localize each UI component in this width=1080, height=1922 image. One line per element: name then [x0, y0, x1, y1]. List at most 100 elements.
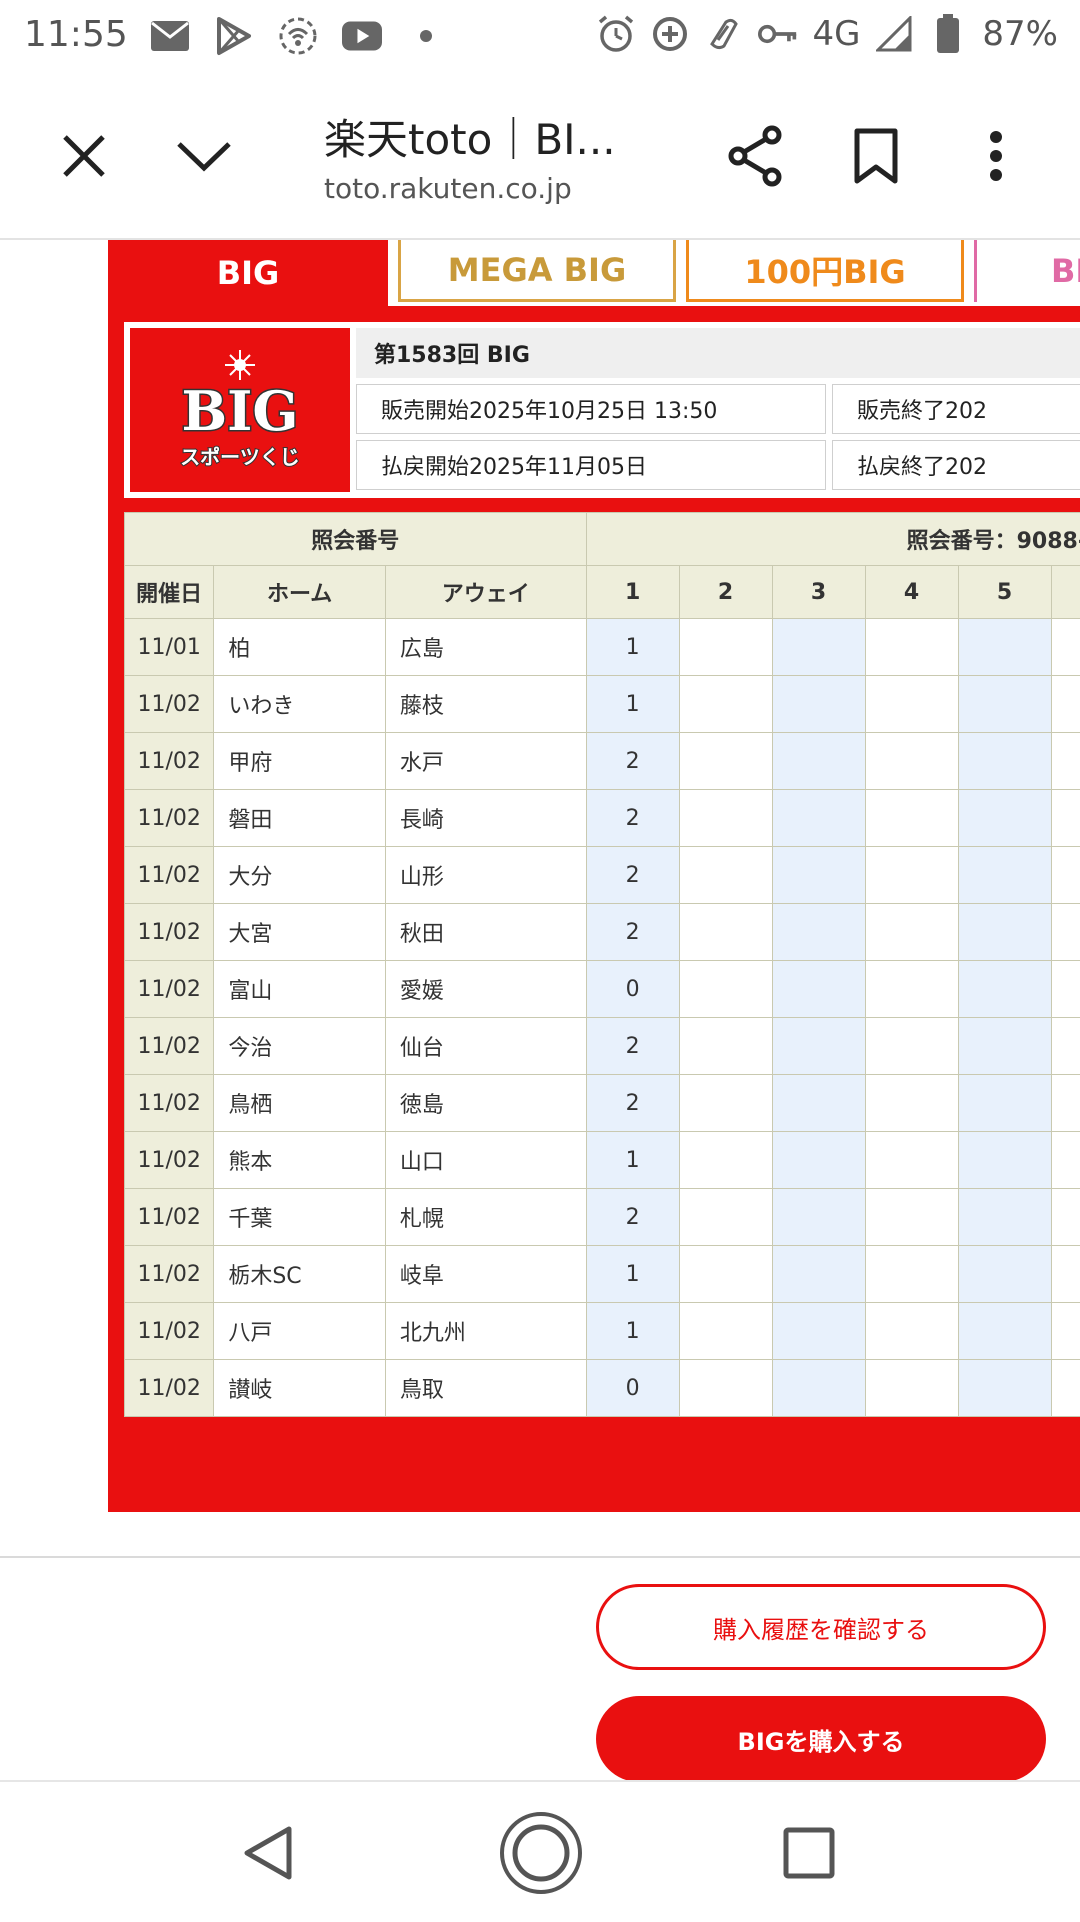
table-row: 11/02甲府水戸2	[125, 733, 1080, 790]
away-team: 水戸	[385, 733, 586, 790]
recents-square-icon	[783, 1827, 835, 1879]
page-title: 楽天toto｜BI...	[324, 106, 616, 167]
close-tab-button[interactable]	[44, 116, 124, 196]
match-date: 11/02	[125, 1132, 214, 1189]
sale-end: 販売終了202	[832, 384, 1080, 434]
match-date: 11/02	[125, 1246, 214, 1303]
back-triangle-icon	[239, 1823, 295, 1883]
table-row: 11/02栃木SC岐阜1	[125, 1246, 1080, 1303]
result-cell: 1	[586, 1132, 679, 1189]
bookmark-icon	[853, 127, 899, 185]
match-date: 11/02	[125, 1018, 214, 1075]
tab-big-other[interactable]: BIG	[974, 240, 1080, 302]
payout-start: 払戻開始2025年11月05日	[356, 440, 826, 490]
web-content: BIG MEGA BIG 100円BIG BIG BIG スポーツくじ 第158…	[0, 240, 1080, 1780]
chevron-down-icon	[175, 136, 233, 176]
home-team: 八戸	[214, 1303, 386, 1360]
battery-icon	[928, 14, 968, 54]
header-col-1: 1	[586, 566, 679, 619]
table-row: 11/02千葉札幌2	[125, 1189, 1080, 1246]
away-team: 藤枝	[385, 676, 586, 733]
recents-button[interactable]	[764, 1808, 854, 1898]
minimize-button[interactable]	[164, 116, 244, 196]
away-team: 広島	[385, 619, 586, 676]
header-col-3: 3	[772, 566, 865, 619]
status-time: 11:55	[24, 14, 128, 55]
table-row: 11/02熊本山口1	[125, 1132, 1080, 1189]
result-cell: 2	[586, 1189, 679, 1246]
home-team: 熊本	[214, 1132, 386, 1189]
more-vertical-icon	[989, 131, 1003, 181]
match-date: 11/02	[125, 733, 214, 790]
column-header-row: 開催日 ホーム アウェイ 1 2 3 4 5	[125, 566, 1080, 619]
table-row: 11/02今治仙台2	[125, 1018, 1080, 1075]
result-cell: 2	[586, 1018, 679, 1075]
home-team: いわき	[214, 676, 386, 733]
home-team: 大分	[214, 847, 386, 904]
lottery-tabs: BIG MEGA BIG 100円BIG BIG	[108, 240, 1080, 306]
big-logo-text: BIG	[181, 379, 298, 443]
share-icon	[726, 125, 786, 187]
away-team: 札幌	[385, 1189, 586, 1246]
back-button[interactable]	[222, 1808, 312, 1898]
bookmark-button[interactable]	[836, 116, 916, 196]
away-team: 北九州	[385, 1303, 586, 1360]
header-date: 開催日	[125, 566, 214, 619]
home-circle-icon	[498, 1810, 584, 1896]
mail-au-icon	[150, 16, 190, 56]
big-result-panel: BIG スポーツくじ 第1583回 BIG 販売開始2025年10月25日 13…	[108, 306, 1080, 1512]
buy-big-button[interactable]: BIGを購入する	[596, 1696, 1046, 1780]
home-team: 甲府	[214, 733, 386, 790]
result-cell: 2	[586, 1075, 679, 1132]
away-team: 徳島	[385, 1075, 586, 1132]
away-team: 鳥取	[385, 1360, 586, 1417]
header-home: ホーム	[214, 566, 386, 619]
table-row: 11/02いわき藤枝1	[125, 676, 1080, 733]
tab-100yen-big[interactable]: 100円BIG	[686, 240, 964, 302]
header-away: アウェイ	[385, 566, 586, 619]
tab-big[interactable]: BIG	[108, 240, 388, 306]
data-saver-icon	[650, 14, 690, 54]
big-logo-subtext: スポーツくじ	[180, 445, 300, 469]
table-row: 11/02鳥栖徳島2	[125, 1075, 1080, 1132]
away-team: 山口	[385, 1132, 586, 1189]
header-col-4: 4	[865, 566, 958, 619]
system-nav-bar	[0, 1780, 1080, 1922]
match-table: 照会番号 照会番号：9088- 開催日 ホーム アウェイ 1 2 3 4 5 1…	[124, 512, 1080, 1417]
signal-icon	[874, 14, 914, 54]
sale-start: 販売開始2025年10月25日 13:50	[356, 384, 826, 434]
away-team: 長崎	[385, 790, 586, 847]
purchase-history-button[interactable]: 購入履歴を確認する	[596, 1584, 1046, 1670]
play-store-icon	[214, 16, 254, 56]
nfc-icon	[704, 14, 744, 54]
more-menu-button[interactable]	[956, 116, 1036, 196]
big-logo: BIG スポーツくじ	[130, 328, 350, 492]
result-cell: 1	[586, 619, 679, 676]
browser-toolbar: 楽天toto｜BI... toto.rakuten.co.jp	[0, 76, 1080, 240]
home-team: 栃木SC	[214, 1246, 386, 1303]
table-row: 11/02富山愛媛0	[125, 961, 1080, 1018]
home-team: 今治	[214, 1018, 386, 1075]
home-team: 鳥栖	[214, 1075, 386, 1132]
away-team: 岐阜	[385, 1246, 586, 1303]
table-row: 11/01柏広島1	[125, 619, 1080, 676]
payout-end: 払戻終了202	[832, 440, 1080, 490]
wifi-hotspot-icon	[278, 16, 318, 56]
result-cell: 1	[586, 1303, 679, 1360]
home-team: 柏	[214, 619, 386, 676]
match-date: 11/02	[125, 1189, 214, 1246]
table-row: 11/02大宮秋田2	[125, 904, 1080, 961]
result-cell: 2	[586, 847, 679, 904]
match-date: 11/01	[125, 619, 214, 676]
page-url[interactable]: toto.rakuten.co.jp	[324, 172, 572, 205]
status-bar: 11:55 4G	[0, 0, 1080, 76]
result-cell: 1	[586, 676, 679, 733]
table-row: 11/02八戸北九州1	[125, 1303, 1080, 1360]
away-team: 仙台	[385, 1018, 586, 1075]
home-team: 磐田	[214, 790, 386, 847]
home-button[interactable]	[496, 1808, 586, 1898]
youtube-icon	[342, 16, 382, 56]
share-button[interactable]	[716, 116, 796, 196]
dot-icon	[406, 16, 446, 56]
tab-mega-big[interactable]: MEGA BIG	[398, 240, 676, 302]
